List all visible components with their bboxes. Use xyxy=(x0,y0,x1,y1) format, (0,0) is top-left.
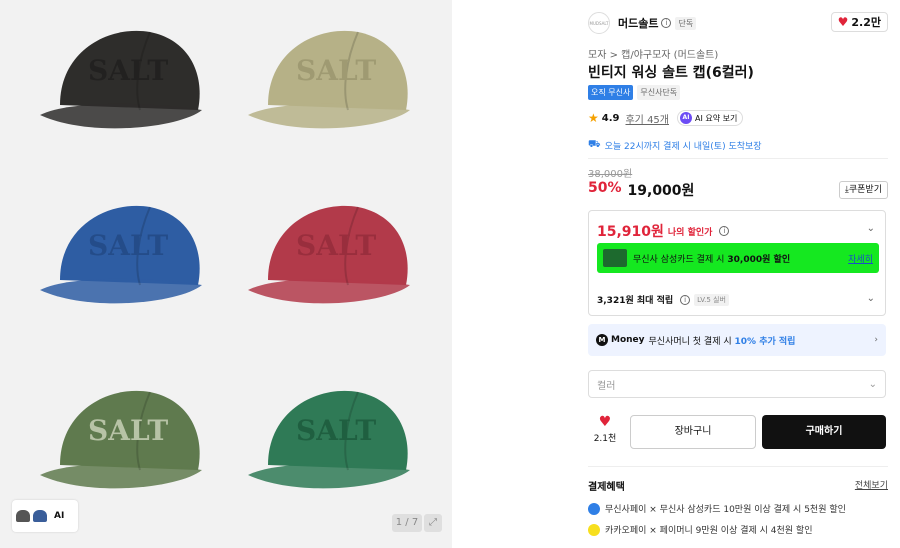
money-highlight: 10% 추가 적립 xyxy=(734,336,796,347)
brand-like-button[interactable]: ♥ 2.2만 xyxy=(830,12,888,32)
rating-value: 4.9 xyxy=(601,112,620,124)
thumbnail-cap-icon xyxy=(16,510,30,522)
product-image-cap-green: SALT xyxy=(238,370,428,520)
product-info-panel: MUDSALT 머드솔트 i 단독 ♥ 2.2만 모자 > 캡/야구모자 (머드… xyxy=(588,0,888,548)
musinsa-pay-icon xyxy=(588,502,600,515)
payment-view-all-link[interactable]: 전체보기 xyxy=(855,478,888,491)
breadcrumb[interactable]: 모자 > 캡/야구모자 (머드솔트) xyxy=(588,46,718,61)
money-label: Money xyxy=(611,335,645,345)
level-badge: LV.5 실버 xyxy=(694,293,729,306)
brand-name[interactable]: 머드솔트 xyxy=(618,15,658,31)
product-image-cap-khaki: SALT xyxy=(238,10,428,160)
info-icon[interactable]: i xyxy=(661,18,672,28)
delivery-text: 오늘 22시까지 결제 시 내일(토) 도착보장 xyxy=(604,142,762,152)
payment-benefits-title: 결제혜택 xyxy=(588,482,625,493)
svg-text:SALT: SALT xyxy=(88,414,168,447)
payment-benefit-text: 무신사페이 × 무신사 삼성카드 10만원 이상 결제 시 5천원 할인 xyxy=(605,505,846,515)
wish-count: 2.1천 xyxy=(593,434,617,444)
truck-icon: ⛟ xyxy=(588,139,601,150)
svg-text:SALT: SALT xyxy=(296,414,376,447)
points-text: 3,321원 최대 적립 xyxy=(597,296,674,306)
card-discount-banner[interactable]: 무신사 삼성카드 결제 시 30,000원 할인 자세히 xyxy=(597,243,879,273)
ai-thumbnail-label: AI xyxy=(54,511,65,521)
svg-text:SALT: SALT xyxy=(88,54,168,87)
musinsa-only-badge: 오직 무신사 xyxy=(588,85,634,100)
chevron-down-icon: ⌄ xyxy=(868,378,877,390)
product-image-cap-olive: SALT xyxy=(30,370,220,520)
divider xyxy=(588,158,888,159)
divider xyxy=(588,466,888,467)
original-price: 38,000원 xyxy=(588,169,633,180)
my-price-label: 나의 할인가 xyxy=(667,227,713,238)
benefit-box: 15,910원 나의 할인가 i ⌄ 무신사 삼성카드 결제 시 30,000원… xyxy=(588,210,886,316)
buy-button[interactable]: 구매하기 xyxy=(762,415,886,449)
coupon-button[interactable]: ⤓쿠폰받기 xyxy=(838,181,888,199)
star-icon: ★ xyxy=(588,111,599,125)
money-text: 무신사머니 첫 결제 시 xyxy=(648,336,732,347)
color-option-select[interactable]: 컬러 ⌄ xyxy=(588,370,886,398)
payment-benefit-text: 카카오페이 × 페이머니 9만원 이상 결제 시 4천원 할인 xyxy=(605,526,813,536)
thumbnail-cap-icon xyxy=(33,510,47,522)
wish-button[interactable]: ♥ 2.1천 xyxy=(590,414,620,444)
rating-row: ★ 4.9 후기 45개 AI AI 요약 보기 xyxy=(588,110,744,126)
payment-benefit-row: 무신사페이 × 무신사 삼성카드 10만원 이상 결제 시 5천원 할인 xyxy=(588,502,846,515)
card-detail-link[interactable]: 자세히 xyxy=(848,252,873,265)
card-image xyxy=(603,249,627,267)
my-price-value: 15,910원 xyxy=(597,224,664,240)
review-link[interactable]: 후기 45개 xyxy=(625,111,669,126)
exclusive-badge: 무신사단독 xyxy=(637,85,681,100)
discount-rate: 50% xyxy=(588,180,622,196)
delivery-guarantee[interactable]: ⛟ 오늘 22시까지 결제 시 내일(토) 도착보장 xyxy=(588,139,762,152)
price-row: 50% 19,000원 xyxy=(588,180,694,200)
info-icon[interactable]: i xyxy=(719,226,730,236)
heart-icon: ♥ xyxy=(837,15,849,29)
kakao-pay-icon xyxy=(588,523,600,536)
card-amount: 30,000원 할인 xyxy=(727,254,791,265)
heart-icon: ♥ xyxy=(598,414,612,430)
ai-icon: AI xyxy=(680,112,692,124)
exclusive-tag: 단독 xyxy=(675,16,697,30)
product-image-cap-blue: SALT xyxy=(30,185,220,335)
product-image-cap-black: SALT xyxy=(30,10,220,160)
svg-text:SALT: SALT xyxy=(296,54,376,87)
money-logo-icon: M xyxy=(596,334,608,346)
sale-price: 19,000원 xyxy=(627,183,695,199)
product-image-cap-red: SALT xyxy=(238,185,428,335)
product-title: 빈티지 워싱 솔트 캡(6컬러) xyxy=(588,65,754,81)
chevron-right-icon: › xyxy=(874,335,878,345)
points-row[interactable]: 3,321원 최대 적립 i LV.5 실버 xyxy=(597,293,729,306)
product-badges: 오직 무신사 무신사단독 xyxy=(588,85,681,100)
ai-summary-label: AI 요약 보기 xyxy=(695,113,738,123)
product-gallery[interactable]: SALT SALT SALT SALT SALT SALT AI 1 / 7 ⤢ xyxy=(0,0,452,548)
brand-like-count: 2.2만 xyxy=(851,16,881,29)
info-icon[interactable]: i xyxy=(680,294,691,305)
thumbnail-strip[interactable]: AI xyxy=(12,500,78,532)
brand-logo[interactable]: MUDSALT xyxy=(588,12,610,34)
chevron-down-icon[interactable]: ⌄ xyxy=(867,293,875,304)
color-option-placeholder: 컬러 xyxy=(597,380,616,392)
chevron-down-icon[interactable]: ⌄ xyxy=(867,223,875,234)
svg-text:SALT: SALT xyxy=(88,229,168,262)
brand-row: MUDSALT 머드솔트 i 단독 ♥ 2.2만 xyxy=(588,12,888,34)
musinsa-money-banner[interactable]: M Money 무신사머니 첫 결제 시 10% 추가 적립 › xyxy=(588,324,886,356)
svg-text:SALT: SALT xyxy=(296,229,376,262)
my-discount-price[interactable]: 15,910원 나의 할인가 i xyxy=(597,221,730,241)
ai-summary-button[interactable]: AI AI 요약 보기 xyxy=(677,110,744,126)
cart-button[interactable]: 장바구니 xyxy=(630,415,756,449)
image-counter: 1 / 7 xyxy=(392,514,422,532)
expand-icon[interactable]: ⤢ xyxy=(424,514,442,532)
payment-benefit-row: 카카오페이 × 페이머니 9만원 이상 결제 시 4천원 할인 xyxy=(588,523,812,536)
card-text: 무신사 삼성카드 결제 시 xyxy=(633,254,725,265)
